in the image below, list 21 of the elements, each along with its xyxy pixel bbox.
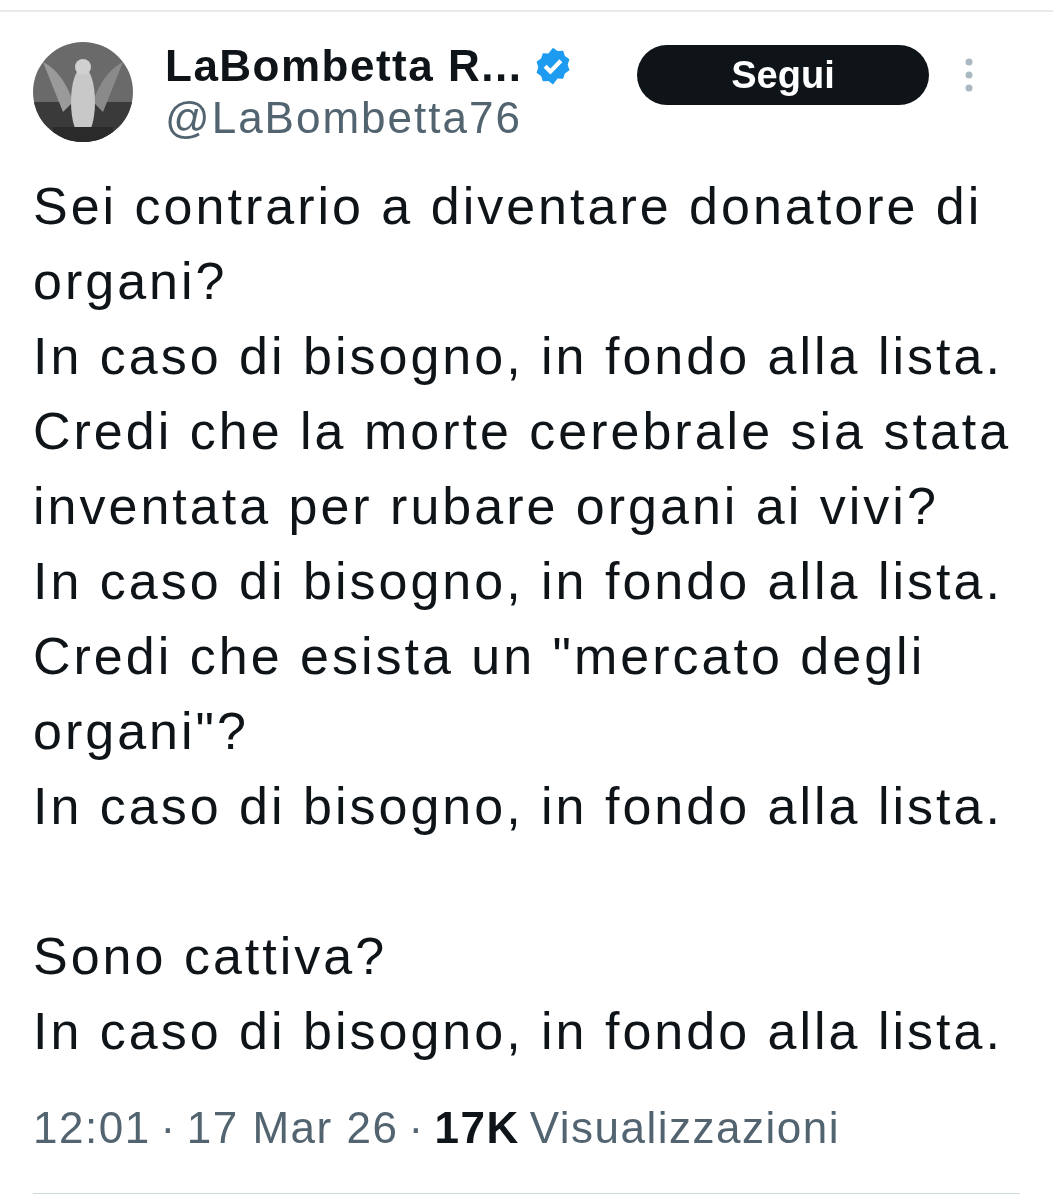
post-date: 17 Mar 26 xyxy=(186,1103,399,1153)
view-count: 17K xyxy=(434,1103,520,1153)
post-text-line: In caso di bisogno, in fondo alla lista. xyxy=(33,1001,1003,1062)
post-text-line: Sei contrario a diventare donatore di xyxy=(33,176,983,237)
post-text-line: In caso di bisogno, in fondo alla lista. xyxy=(33,776,1003,837)
views-label: Visualizzazioni xyxy=(529,1103,841,1153)
post-text-line: inventata per rubare organi ai vivi? xyxy=(33,476,939,537)
post-time: 12:01 xyxy=(33,1103,151,1153)
author-handle[interactable]: @LaBombetta76 xyxy=(165,93,635,143)
post-text-line: In caso di bisogno, in fondo alla lista. xyxy=(33,326,1003,387)
post-text-line: Credi che la morte cerebrale sia stata xyxy=(33,401,1012,462)
more-options-icon[interactable] xyxy=(965,58,973,92)
post-text-line: In caso di bisogno, in fondo alla lista. xyxy=(33,551,1003,612)
post-text-line: Credi che esista un "mercato degli xyxy=(33,626,926,687)
post-text-line: organi? xyxy=(33,251,228,312)
author-name[interactable]: LaBombetta R... xyxy=(165,41,523,91)
follow-button[interactable]: Segui xyxy=(637,45,929,105)
separator-dot: · xyxy=(160,1103,177,1153)
post-text-line: Sono cattiva? xyxy=(33,926,388,987)
separator-dot: · xyxy=(408,1103,425,1153)
post-text-line: organi"? xyxy=(33,701,249,762)
